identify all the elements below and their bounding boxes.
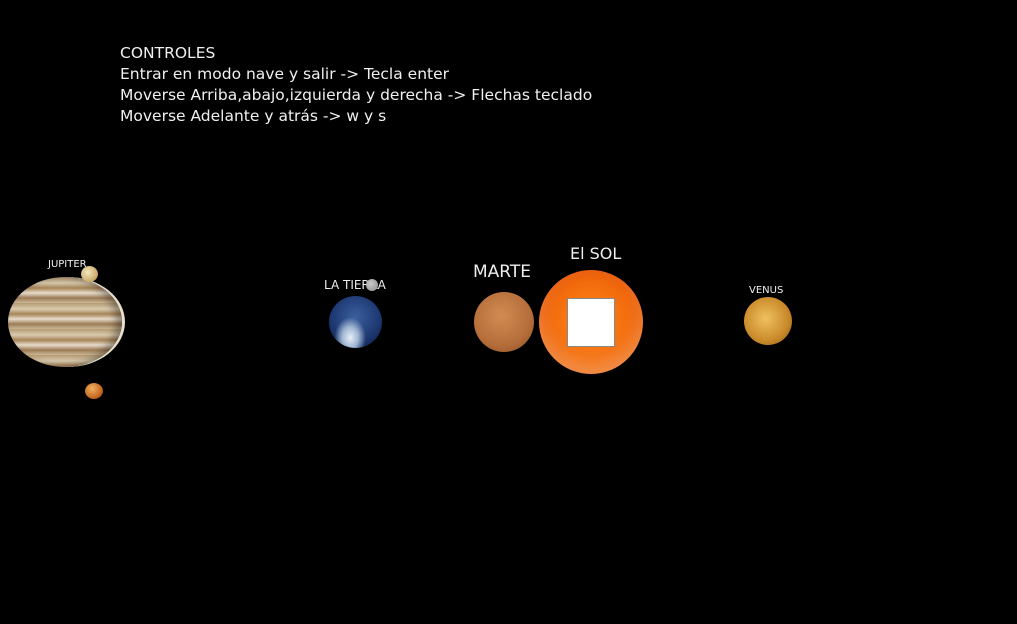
controls-help: CONTROLES Entrar en modo nave y salir ->… (120, 43, 592, 127)
planet-mars (474, 292, 534, 352)
venus-label: VENUS (749, 285, 784, 296)
controls-line: Moverse Arriba,abajo,izquierda y derecha… (120, 86, 593, 104)
planet-jupiter (8, 277, 122, 367)
controls-line: Entrar en modo nave y salir -> Tecla ent… (120, 65, 450, 83)
sun-label: El SOL (570, 244, 622, 263)
mars-label: MARTE (473, 262, 531, 282)
jupiter-label: JUPITER (48, 259, 87, 270)
controls-line: Moverse Adelante y atrás -> w y s (120, 107, 387, 125)
moon-earth (366, 279, 378, 291)
planet-venus (744, 297, 792, 345)
moon-jupiter-upper (81, 266, 98, 282)
moon-jupiter-lower (85, 383, 103, 399)
ship-marker (567, 298, 615, 347)
controls-title: CONTROLES (120, 44, 216, 62)
planet-earth (329, 296, 382, 348)
